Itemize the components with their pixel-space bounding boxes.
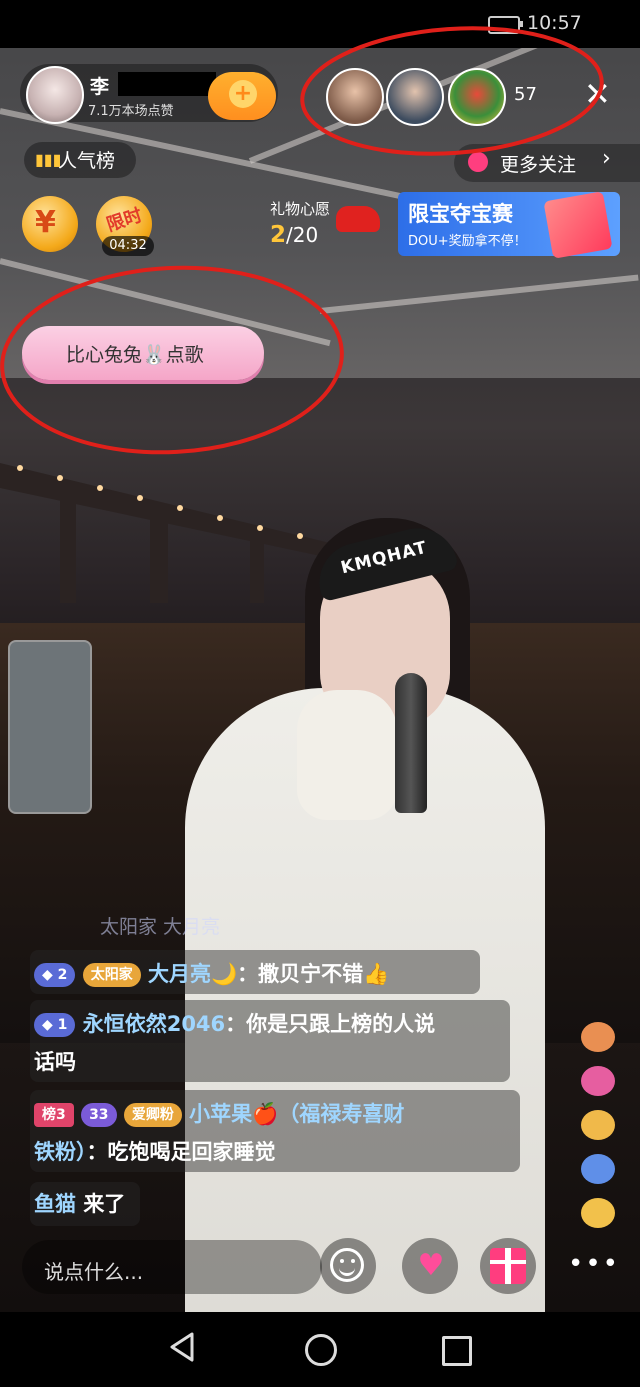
- gift-wish-progress: 2/20: [270, 222, 318, 248]
- heart-icon: ♥: [417, 1248, 445, 1283]
- comment-item-continued: 铁粉）：吃饱喝足回家睡觉: [34, 1140, 276, 1164]
- viewer-avatar[interactable]: [448, 68, 506, 126]
- phone-on-tripod: [8, 640, 92, 814]
- like-animation: [570, 1008, 625, 1258]
- yen-symbol: ¥: [35, 205, 56, 240]
- comment-text: 撒贝宁不错👍: [258, 962, 390, 986]
- fan-club-badge: 爱卿粉: [123, 1103, 182, 1127]
- host-likes: 7.1万本场点赞: [88, 104, 174, 119]
- gift-wish-label[interactable]: 礼物心愿: [270, 198, 330, 219]
- diamond-level-badge: ◆ 1: [34, 1013, 76, 1037]
- countdown-timer: 04:32: [102, 236, 154, 256]
- wish-current: 2: [270, 222, 287, 248]
- recent-apps-icon[interactable]: [442, 1336, 472, 1366]
- ticket-icon: [543, 191, 613, 259]
- viewer-count[interactable]: 57: [514, 84, 537, 105]
- song-request-label: 比心兔兔🐰点歌: [66, 344, 204, 366]
- add-follow-icon: +: [229, 80, 257, 108]
- comment-text-continued: 话吗: [34, 1050, 76, 1074]
- comment-faded: 太阳家 大月亮: [100, 916, 221, 938]
- comment-input-placeholder: 说点什么...: [44, 1260, 144, 1284]
- viewer-avatar[interactable]: [386, 68, 444, 126]
- car-gift-icon: [336, 206, 380, 232]
- redaction-bar: [118, 72, 216, 96]
- host-name[interactable]: 李: [90, 72, 109, 99]
- comment-text: 吃饱喝足回家睡觉: [107, 1140, 276, 1164]
- comment-text: 你是只跟上榜的人说: [246, 1012, 436, 1036]
- comment-item: 榜3 33 爱卿粉 小苹果🍎（福禄寿喜财: [34, 1098, 404, 1128]
- comment-username[interactable]: 小苹果🍎: [189, 1102, 278, 1126]
- diamond-level-badge: ◆ 2: [34, 963, 76, 987]
- comment-item: ◆ 1 永恒依然2046：你是只跟上榜的人说: [34, 1008, 435, 1038]
- level-badge: 33: [81, 1103, 117, 1127]
- viewer-avatar[interactable]: [326, 68, 384, 126]
- more-options-icon[interactable]: •••: [568, 1251, 620, 1277]
- rank-label: 人气榜: [58, 150, 116, 172]
- comment-username[interactable]: 鱼猫: [34, 1192, 76, 1216]
- comment-item: ◆ 2 太阳家 大月亮🌙：撒贝宁不错👍: [34, 958, 389, 988]
- close-icon[interactable]: ✕: [584, 76, 611, 112]
- battery-icon: [488, 16, 523, 34]
- banner-title: 限宝夺宝赛: [408, 202, 513, 226]
- banner-subtitle: DOU+奖励拿不停！: [408, 234, 527, 249]
- join-notice: 鱼猫 来了: [34, 1192, 126, 1216]
- fan-club-badge: 太阳家: [82, 963, 141, 987]
- back-icon[interactable]: [168, 1332, 196, 1362]
- jar: [297, 690, 397, 820]
- microphone: [395, 673, 427, 813]
- comment-username[interactable]: 永恒依然2046: [83, 1012, 225, 1036]
- chevron-right-icon: ›: [602, 146, 611, 171]
- status-time: 10:57: [527, 12, 582, 34]
- gift-icon: [490, 1248, 526, 1284]
- emoji-icon: [330, 1248, 364, 1282]
- host-avatar[interactable]: [26, 66, 84, 124]
- more-follow-label: 更多关注: [500, 154, 577, 176]
- comment-username[interactable]: 大月亮🌙: [148, 962, 237, 986]
- home-icon[interactable]: [305, 1334, 337, 1366]
- status-bar: 10:57: [0, 0, 640, 48]
- bridge-illustration: [0, 463, 330, 603]
- more-follow-dot-icon: [468, 152, 488, 172]
- rank-badge: 榜3: [34, 1103, 74, 1127]
- wish-total: /20: [286, 223, 319, 247]
